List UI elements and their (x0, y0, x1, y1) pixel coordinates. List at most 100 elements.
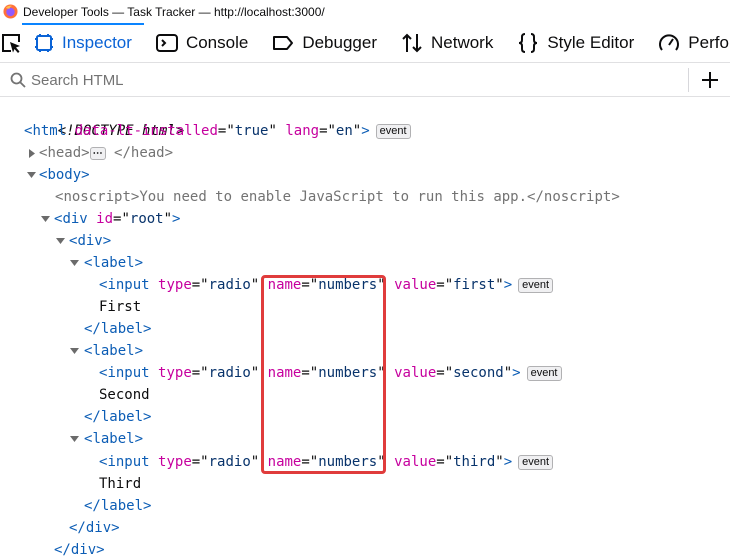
tag-bracket: > (611, 189, 620, 205)
label-close-node[interactable]: </label> (84, 406, 151, 428)
tag-bracket: > (134, 343, 144, 359)
expand-toggle-label[interactable] (69, 428, 80, 450)
attr-quote: " (352, 123, 362, 139)
attr-equals: =" (191, 454, 209, 470)
attr-equals: =" (319, 123, 336, 139)
tag-bracket: > (102, 233, 112, 249)
tag-bracket: > (172, 211, 181, 227)
event-badge[interactable]: event (518, 278, 554, 293)
tag-bracket: > (96, 542, 105, 558)
attr-value: radio (208, 277, 251, 293)
performance-icon (659, 33, 680, 51)
tab-label: Style Editor (547, 32, 635, 52)
noscript-node[interactable]: <noscript>You need to enable JavaScript … (55, 186, 620, 208)
tag-name: head (130, 145, 165, 161)
attr-value: numbers (318, 365, 378, 381)
tag-name: label (92, 431, 135, 447)
event-badge[interactable]: event (526, 366, 562, 381)
toolbar-separator (688, 68, 689, 92)
tag-close: </ (527, 189, 544, 205)
tag-name: head (47, 145, 82, 161)
label-text: Third (99, 476, 142, 492)
attr-equals: =" (301, 365, 319, 381)
label-node[interactable]: <label> (84, 340, 143, 362)
tag-bracket: > (81, 145, 90, 161)
label-node[interactable]: <label> (84, 252, 143, 274)
root-div-node[interactable]: <div id="root"> (54, 208, 180, 230)
html-node[interactable]: <html data-lt-installed="true" lang="en"… (24, 120, 411, 142)
attr-value: numbers (318, 277, 378, 293)
head-node[interactable]: <head> ⋯ </head> (39, 142, 173, 164)
attr-name: name (267, 277, 302, 293)
root-div-close-node[interactable]: </div> (54, 539, 105, 559)
attr-equals: =" (191, 365, 209, 381)
console-icon (155, 33, 178, 52)
expand-toggle-div[interactable] (55, 230, 66, 252)
input-node[interactable]: <input type="radio" name="numbers" value… (99, 362, 562, 384)
event-badge[interactable]: event (375, 124, 411, 139)
event-badge[interactable]: event (518, 455, 554, 470)
tab-label: Inspector (62, 32, 132, 52)
noscript-text: You need to enable JavaScript to run thi… (139, 189, 528, 205)
text-node[interactable]: First (99, 296, 141, 318)
tab-label: Debugger (302, 32, 377, 52)
add-node-button[interactable] (697, 67, 723, 93)
attr-quote: " (250, 454, 260, 470)
doctype-node[interactable]: <!DOCTYPE html> (24, 98, 184, 139)
window-title: Developer Tools — Task Tracker — http://… (23, 4, 325, 19)
input-node[interactable]: <input type="radio" name="numbers" value… (99, 451, 554, 473)
collapsed-content-badge[interactable]: ⋯ (89, 147, 106, 160)
markup-tree: <!DOCTYPE html> <html data-lt-installed=… (0, 97, 730, 559)
tag-name: label (92, 255, 135, 271)
expand-toggle-root[interactable] (40, 208, 51, 230)
tag-bracket: > (503, 454, 513, 470)
attr-name: value (394, 365, 437, 381)
label-close-node[interactable]: </label> (84, 495, 151, 517)
text-node[interactable]: Second (99, 384, 150, 406)
expand-toggle-label[interactable] (69, 252, 80, 274)
text-node[interactable]: Third (99, 473, 141, 495)
label-close-node[interactable]: </label> (84, 318, 151, 340)
tag-close: </ (84, 409, 101, 425)
attr-value: radio (208, 365, 251, 381)
tag-bracket: > (143, 498, 152, 514)
attr-quote: " (377, 365, 386, 381)
element-picker-button[interactable] (0, 23, 22, 62)
expand-toggle-head[interactable] (26, 142, 37, 164)
tag-name: label (100, 321, 144, 337)
tag-close: </ (69, 520, 86, 536)
tag-name: body (47, 167, 82, 183)
tag-bracket: > (134, 431, 144, 447)
tag-bracket: > (134, 255, 144, 271)
attr-name: type (158, 365, 192, 381)
expand-toggle-label[interactable] (69, 340, 80, 362)
search-html-input[interactable] (31, 71, 631, 89)
tab-label: Perfo (688, 32, 729, 52)
div-node[interactable]: <div> (69, 230, 111, 252)
attr-name: value (394, 454, 437, 470)
attr-quote: " (163, 211, 173, 227)
tab-console[interactable]: Console (144, 23, 260, 62)
label-node[interactable]: <label> (84, 428, 143, 450)
chevron-down-icon (70, 260, 79, 266)
tab-style-editor[interactable]: Style Editor (505, 23, 646, 62)
label-text: First (99, 299, 142, 315)
expand-toggle-body[interactable] (26, 164, 37, 186)
tag-bracket: > (512, 365, 521, 381)
inspector-icon (35, 33, 53, 52)
chevron-right-icon (28, 148, 35, 158)
plus-icon (702, 72, 718, 88)
tag-name: label (100, 409, 144, 425)
attr-name: data-lt-installed (74, 123, 218, 139)
tab-network[interactable]: Network (389, 23, 505, 62)
tab-inspector[interactable]: Inspector (22, 23, 144, 62)
input-node[interactable]: <input type="radio" name="numbers" value… (99, 274, 554, 296)
tab-debugger[interactable]: Debugger (260, 23, 389, 62)
div-close-node[interactable]: </div> (69, 517, 120, 539)
attr-name: type (158, 454, 192, 470)
html-search-bar (0, 64, 730, 97)
body-node[interactable]: <body> (39, 164, 90, 186)
tag-bracket: > (143, 409, 152, 425)
attr-equals: =" (191, 277, 209, 293)
tab-performance[interactable]: Perfo (646, 23, 730, 62)
